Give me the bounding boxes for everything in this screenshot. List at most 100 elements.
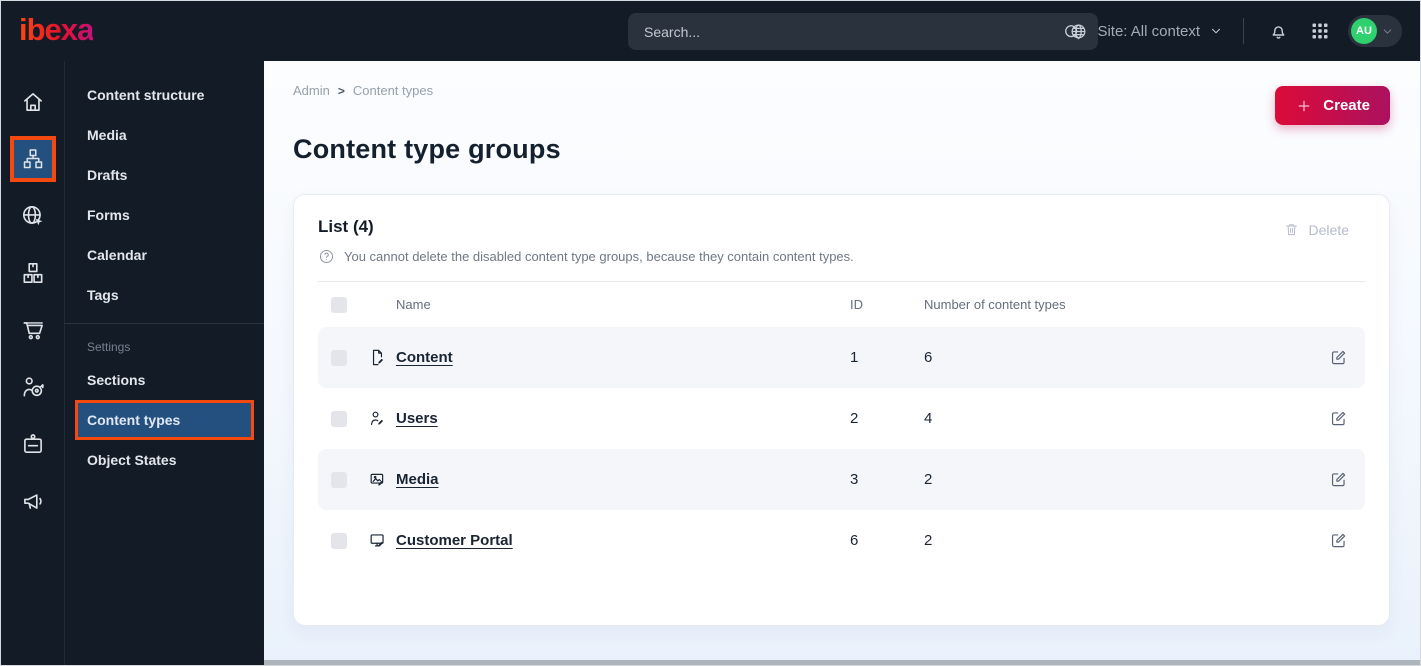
delete-button[interactable]: Delete — [1283, 221, 1349, 238]
chevron-down-icon — [1381, 25, 1394, 38]
sidebar-item-forms[interactable]: Forms — [65, 195, 264, 235]
ibexa-logo: ibexa — [19, 11, 94, 47]
edit-icon — [1331, 472, 1346, 487]
plus-icon — [1299, 100, 1310, 111]
group-id: 3 — [850, 471, 859, 488]
breadcrumb-content-types[interactable]: Content types — [353, 83, 433, 98]
topbar: ibexa Site: All context — [1, 1, 1420, 61]
settings-section-label: Settings — [87, 340, 131, 354]
list-count-title: List (4) — [318, 217, 374, 236]
sidebar-item-content-types[interactable]: Content types — [75, 400, 254, 440]
breadcrumb-admin[interactable]: Admin — [293, 83, 330, 98]
select-all-checkbox[interactable] — [331, 296, 347, 313]
horizontal-scrollbar[interactable] — [264, 660, 1420, 665]
row-checkbox[interactable] — [331, 471, 347, 488]
trash-icon — [1285, 224, 1297, 236]
group-name-link[interactable]: Content — [396, 349, 453, 366]
group-id: 1 — [850, 349, 859, 366]
global-search[interactable] — [628, 13, 1098, 50]
sidebar-item-calendar[interactable]: Calendar — [65, 235, 264, 275]
content-structure-icon — [21, 147, 45, 171]
content-type-groups-card: List (4) You cannot delete the disabled … — [293, 194, 1390, 626]
topbar-actions: Site: All context AU — [1069, 1, 1402, 61]
group-content-type-count: 6 — [924, 349, 933, 366]
search-input[interactable] — [644, 23, 1058, 40]
product-catalog-icon — [20, 260, 46, 286]
rail-item-commerce[interactable] — [5, 301, 61, 358]
monitor-edit-icon — [368, 531, 396, 550]
create-button-label: Create — [1323, 97, 1370, 114]
delete-button-label: Delete — [1308, 221, 1349, 238]
rail-item-content[interactable] — [5, 130, 61, 187]
row-checkbox[interactable] — [331, 532, 347, 549]
edit-group-button[interactable] — [1329, 348, 1365, 367]
table-row: Content 1 6 — [318, 327, 1365, 388]
table-row: Media 3 2 — [318, 449, 1365, 510]
table-row: Users 2 4 — [318, 388, 1365, 449]
rail-item-personalization[interactable] — [5, 358, 61, 415]
notifications-bell-icon[interactable] — [1264, 17, 1292, 45]
breadcrumb-separator: > — [337, 83, 345, 98]
breadcrumb: Admin > Content types — [293, 83, 1390, 98]
row-checkbox[interactable] — [331, 410, 347, 427]
group-name-link[interactable]: Users — [396, 410, 438, 427]
rail-item-products[interactable] — [5, 244, 61, 301]
sidebar-item-object-states[interactable]: Object States — [65, 440, 264, 480]
group-id: 6 — [850, 532, 859, 549]
image-edit-icon — [368, 470, 396, 489]
avatar: AU — [1351, 18, 1377, 44]
sidebar-menu: Content structure Media Drafts Forms Cal… — [65, 61, 264, 665]
rail-item-site[interactable] — [5, 187, 61, 244]
help-circle-icon — [318, 248, 335, 265]
group-id: 2 — [850, 410, 859, 427]
file-edit-icon — [368, 348, 396, 367]
site-context-label: Site: All context — [1097, 22, 1200, 40]
group-name-link[interactable]: Media — [396, 471, 439, 488]
create-button[interactable]: Create — [1275, 86, 1390, 125]
edit-group-button[interactable] — [1329, 531, 1365, 550]
row-checkbox[interactable] — [331, 349, 347, 366]
edit-icon — [1331, 411, 1346, 426]
user-menu[interactable]: AU — [1348, 15, 1402, 47]
rail-item-marketing[interactable] — [5, 472, 61, 529]
group-content-type-count: 2 — [924, 471, 933, 488]
edit-group-button[interactable] — [1329, 409, 1365, 428]
column-header-id: ID — [850, 297, 863, 312]
commerce-cart-icon — [20, 317, 46, 343]
sidebar-item-media[interactable]: Media — [65, 115, 264, 155]
sidebar-item-sections[interactable]: Sections — [65, 360, 264, 400]
rail-item-dashboard[interactable] — [5, 73, 61, 130]
user-edit-icon — [368, 409, 396, 428]
site-context-selector[interactable]: Site: All context — [1069, 22, 1223, 41]
edit-icon — [1331, 533, 1346, 548]
content-type-groups-table: Name ID Number of content types Content … — [318, 281, 1365, 571]
globe-icon — [1069, 22, 1088, 41]
personalization-icon — [20, 374, 46, 400]
table-header-row: Name ID Number of content types — [318, 282, 1365, 327]
home-icon — [20, 89, 46, 115]
group-name-link[interactable]: Customer Portal — [396, 532, 513, 549]
app-grid-icon[interactable] — [1306, 17, 1334, 45]
edit-group-button[interactable] — [1329, 470, 1365, 489]
main-content: Admin > Content types Create Content typ… — [264, 61, 1420, 665]
table-row: Customer Portal 6 2 — [318, 510, 1365, 571]
sidebar-item-drafts[interactable]: Drafts — [65, 155, 264, 195]
divider — [1243, 18, 1244, 44]
sidebar-item-content-structure[interactable]: Content structure — [65, 75, 264, 115]
rail-item-admin[interactable] — [5, 415, 61, 472]
admin-badge-icon — [20, 431, 46, 457]
site-globe-icon — [20, 203, 46, 229]
note-text: You cannot delete the disabled content t… — [344, 249, 854, 264]
app-window: ibexa Site: All context — [0, 0, 1421, 666]
page-title: Content type groups — [293, 134, 561, 164]
group-content-type-count: 4 — [924, 410, 933, 427]
group-content-type-count: 2 — [924, 532, 933, 549]
column-header-name: Name — [396, 297, 431, 312]
chevron-down-icon — [1209, 24, 1223, 38]
marketing-megaphone-icon — [20, 488, 46, 514]
divider — [65, 323, 264, 324]
sidebar-item-tags[interactable]: Tags — [65, 275, 264, 315]
icon-rail — [1, 61, 65, 665]
delete-restriction-note: You cannot delete the disabled content t… — [318, 248, 1365, 265]
edit-icon — [1331, 350, 1346, 365]
